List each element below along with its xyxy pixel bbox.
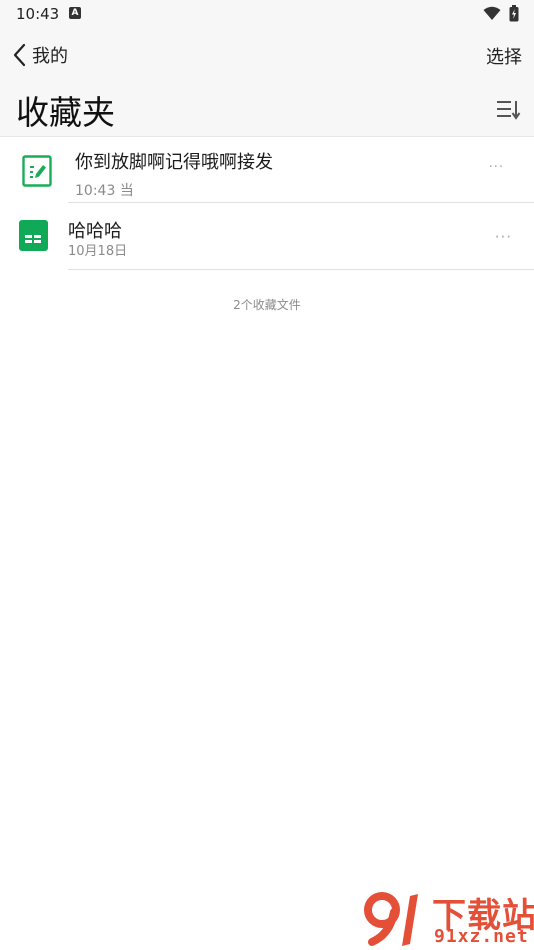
sort-icon[interactable] <box>496 100 522 120</box>
header: 我的 选择 收藏夹 <box>0 28 534 136</box>
a-icon: A <box>69 7 81 19</box>
more-options-button[interactable]: ··· <box>495 228 512 246</box>
status-bar: 10:43 A <box>0 0 534 28</box>
file-row[interactable]: 你到放脚啊记得哦啊接发 10:43 当 ··· <box>0 138 534 204</box>
page-title: 收藏夹 <box>16 93 115 132</box>
file-row[interactable]: 哈哈哈 10月18日 ··· <box>0 206 534 270</box>
header-divider <box>0 136 534 137</box>
battery-icon <box>509 5 519 22</box>
favorites-count: 2个收藏文件 <box>233 298 301 312</box>
sheet-doc-icon <box>19 220 48 251</box>
file-meta: 10月18日 <box>68 244 128 259</box>
file-title: 你到放脚啊记得哦啊接发 <box>75 152 273 173</box>
row-divider <box>68 202 534 203</box>
more-options-button[interactable]: ··· <box>489 160 504 175</box>
note-doc-icon <box>22 155 52 187</box>
back-button[interactable]: 我的 <box>12 40 68 70</box>
watermark-url: 91xz.net <box>434 926 529 947</box>
status-time: 10:43 <box>16 5 60 23</box>
watermark-logo-icon <box>364 892 418 946</box>
watermark: 下载站 91xz.net <box>364 890 534 948</box>
back-label: 我的 <box>32 46 68 67</box>
file-meta: 10:43 当 <box>75 183 134 199</box>
wifi-icon <box>483 6 501 20</box>
row-divider <box>68 269 534 270</box>
chevron-left-icon <box>13 43 26 67</box>
select-button[interactable]: 选择 <box>486 43 522 69</box>
